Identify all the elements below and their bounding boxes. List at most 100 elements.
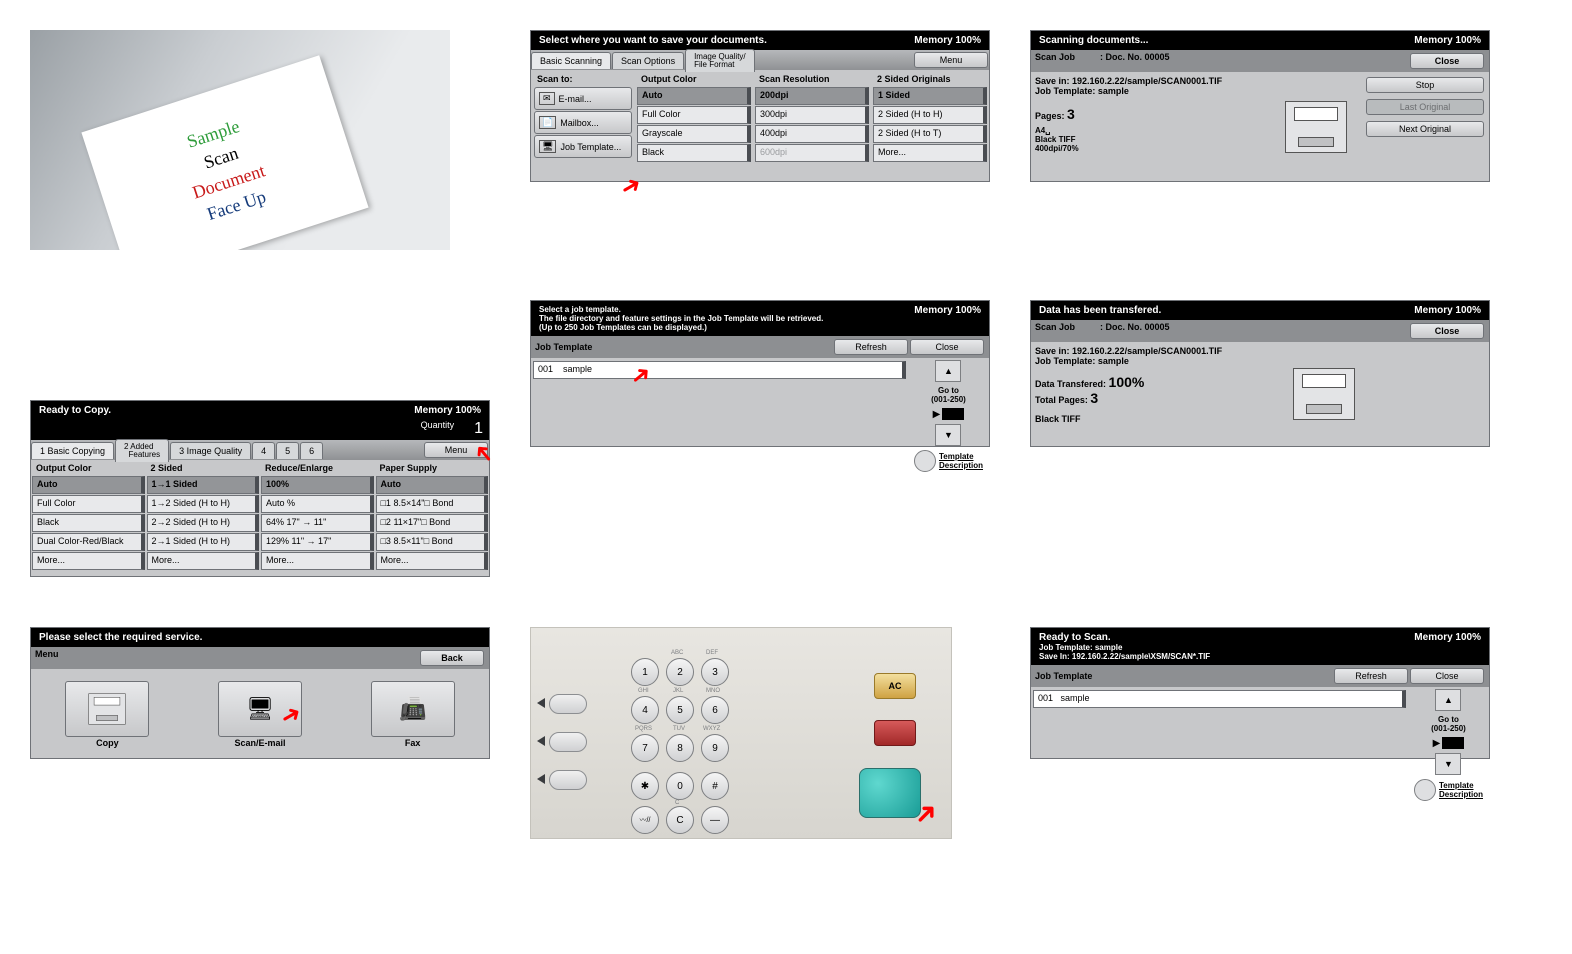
- keypad-5[interactable]: 5: [666, 696, 694, 724]
- zoom-64[interactable]: 64% 17" → 11": [261, 514, 374, 532]
- scroll-up-button[interactable]: ▲: [1435, 689, 1461, 711]
- paper-auto[interactable]: Auto: [376, 476, 489, 494]
- template-desc-button[interactable]: [914, 450, 936, 472]
- tab-basic-copying[interactable]: 1 Basic Copying: [31, 442, 114, 459]
- job-template-bar: Job Template: [535, 342, 592, 352]
- menu-button[interactable]: Menu: [914, 52, 988, 68]
- left-button-3[interactable]: [549, 770, 587, 790]
- pages-count: 3: [1067, 106, 1075, 122]
- keypad-6[interactable]: 6: [701, 696, 729, 724]
- paper-more[interactable]: More...: [376, 552, 489, 570]
- paper-1[interactable]: □1 8.5×14"□ Bond: [376, 495, 489, 513]
- template-row-001[interactable]: 001 sample: [1033, 690, 1406, 708]
- keypad-7[interactable]: 7: [631, 734, 659, 762]
- output-color-auto[interactable]: Auto: [637, 87, 751, 105]
- sided-1[interactable]: 1 Sided: [873, 87, 987, 105]
- email-button[interactable]: ✉ E-mail...: [534, 87, 632, 110]
- output-color-full[interactable]: Full Color: [637, 106, 751, 124]
- close-button[interactable]: Close: [1410, 323, 1484, 339]
- memory-status: Memory 100%: [1414, 35, 1481, 46]
- res-300[interactable]: 300dpi: [755, 106, 869, 124]
- sided-11[interactable]: 1→1 Sided: [147, 476, 260, 494]
- stop-hard-button[interactable]: [874, 720, 916, 746]
- scan-to-panel: Select where you want to save your docum…: [530, 30, 990, 182]
- close-button[interactable]: Close: [1410, 668, 1484, 684]
- left-button-2[interactable]: [549, 732, 587, 752]
- paper-supply-header: Paper Supply: [376, 461, 489, 475]
- printer-icon: [1285, 101, 1347, 153]
- sided-more[interactable]: More...: [147, 552, 260, 570]
- scroll-down-button[interactable]: ▼: [935, 424, 961, 446]
- keypad-3[interactable]: 3: [701, 658, 729, 686]
- color-more[interactable]: More...: [32, 552, 145, 570]
- res-200[interactable]: 200dpi: [755, 87, 869, 105]
- fax-service-button[interactable]: 📠: [371, 681, 455, 737]
- template-desc-label: Template Description: [939, 452, 983, 470]
- res-400[interactable]: 400dpi: [755, 125, 869, 143]
- memory-status: Memory 100%: [1414, 632, 1481, 643]
- scroll-down-button[interactable]: ▼: [1435, 753, 1461, 775]
- keypad-4[interactable]: 4: [631, 696, 659, 724]
- keypad-1[interactable]: 1: [631, 658, 659, 686]
- keypad-0[interactable]: 0: [666, 772, 694, 800]
- refresh-button[interactable]: Refresh: [834, 339, 908, 355]
- job-template-label: Job Template: sample: [1035, 356, 1275, 366]
- sided-2ht[interactable]: 2 Sided (H to T): [873, 125, 987, 143]
- close-button[interactable]: Close: [1410, 53, 1484, 69]
- keypad-pause[interactable]: 〰//: [631, 806, 659, 834]
- zoom-auto[interactable]: Auto %: [261, 495, 374, 513]
- tab-basic-scanning[interactable]: Basic Scanning: [531, 52, 611, 69]
- color-dual[interactable]: Dual Color-Red/Black: [32, 533, 145, 551]
- sided-more[interactable]: More...: [873, 144, 987, 162]
- color-auto[interactable]: Auto: [32, 476, 145, 494]
- tab-6[interactable]: 6: [300, 442, 323, 459]
- transfer-title: Data has been transfered.: [1039, 305, 1161, 316]
- keypad-9[interactable]: 9: [701, 734, 729, 762]
- sided-2hh[interactable]: 2 Sided (H to H): [873, 106, 987, 124]
- stop-button[interactable]: Stop: [1366, 77, 1484, 93]
- goto-label: Go to: [1431, 715, 1466, 724]
- keypad-c[interactable]: C: [666, 806, 694, 834]
- sided-12[interactable]: 1→2 Sided (H to H): [147, 495, 260, 513]
- tab-image-quality[interactable]: 3 Image Quality: [170, 442, 251, 459]
- close-button[interactable]: Close: [910, 339, 984, 355]
- ready-savein: Save In: 192.160.2.22/sample\XSM/SCAN*.T…: [1039, 652, 1481, 661]
- zoom-100[interactable]: 100%: [261, 476, 374, 494]
- copy-service-button[interactable]: [65, 681, 149, 737]
- zoom-129[interactable]: 129% 11" → 17": [261, 533, 374, 551]
- paper-3[interactable]: □3 8.5×11"□ Bond: [376, 533, 489, 551]
- next-original-button[interactable]: Next Original: [1366, 121, 1484, 137]
- sided-22[interactable]: 2→2 Sided (H to H): [147, 514, 260, 532]
- tab-5[interactable]: 5: [276, 442, 299, 459]
- job-template-bar: Job Template: [1035, 671, 1092, 681]
- last-original-button[interactable]: Last Original: [1366, 99, 1484, 115]
- refresh-button[interactable]: Refresh: [1334, 668, 1408, 684]
- scroll-up-button[interactable]: ▲: [935, 360, 961, 382]
- output-color-gray[interactable]: Grayscale: [637, 125, 751, 143]
- tab-4[interactable]: 4: [252, 442, 275, 459]
- output-color-black[interactable]: Black: [637, 144, 751, 162]
- scanner-photo: Sample Scan Document Face Up: [30, 30, 450, 250]
- keypad-dash[interactable]: —: [701, 806, 729, 834]
- paper-2[interactable]: □2 11×17"□ Bond: [376, 514, 489, 532]
- keypad-hash[interactable]: #: [701, 772, 729, 800]
- color-black[interactable]: Black: [32, 514, 145, 532]
- template-desc-button[interactable]: [1414, 779, 1436, 801]
- mailbox-button[interactable]: 📄 Mailbox...: [534, 111, 632, 134]
- keypad-8[interactable]: 8: [666, 734, 694, 762]
- tab-scan-options[interactable]: Scan Options: [612, 52, 684, 69]
- res-600[interactable]: 600dpi: [755, 144, 869, 162]
- keypad-2[interactable]: 2: [666, 658, 694, 686]
- left-button-1[interactable]: [549, 694, 587, 714]
- tab-image-quality[interactable]: Image Quality/ File Format: [685, 49, 755, 72]
- tab-added-features[interactable]: 2 Added Features: [115, 439, 169, 462]
- sided-21[interactable]: 2→1 Sided (H to H): [147, 533, 260, 551]
- quantity-value: 1: [474, 420, 483, 438]
- keypad-star[interactable]: ✱: [631, 772, 659, 800]
- job-template-button[interactable]: 🖥 Job Template...: [534, 135, 632, 158]
- color-full[interactable]: Full Color: [32, 495, 145, 513]
- zoom-more[interactable]: More...: [261, 552, 374, 570]
- back-button[interactable]: Back: [420, 650, 484, 666]
- template-row-001[interactable]: 001 sample: [533, 361, 906, 379]
- ac-button[interactable]: AC: [874, 673, 916, 699]
